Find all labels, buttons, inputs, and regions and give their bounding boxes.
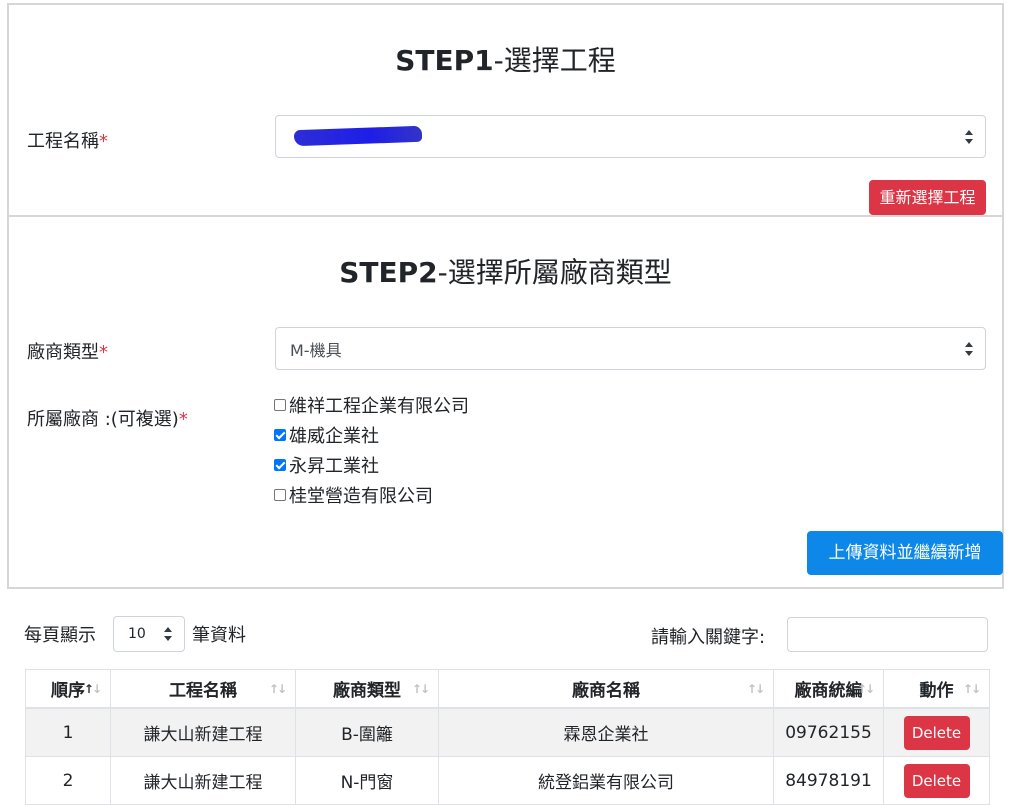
search-input[interactable] — [787, 617, 988, 652]
vendor-table: 順序 ↑↓ 工程名稱 ↑↓ 廠商類型 ↑↓ 廠商名稱 ↑↓ 廠商統編 ↑↓ 動作 ↑↓ 1 … — [25, 669, 990, 805]
column-header-vendor-type[interactable]: 廠商類型 ↑↓ — [295, 669, 439, 709]
column-header-index[interactable]: 順序 ↑↓ — [25, 669, 111, 709]
table-row: 1 謙大山新建工程 B-圍籬 霖恩企業社 09762155 Delete — [25, 707, 990, 757]
checkbox-checked[interactable] — [274, 429, 286, 441]
checkbox-unchecked[interactable] — [274, 489, 286, 501]
sort-icon: ↑↓ — [856, 681, 875, 696]
checkbox-unchecked[interactable] — [274, 399, 286, 411]
select-arrows-icon — [965, 341, 973, 356]
sort-asc-icon: ↑↓ — [83, 681, 102, 696]
table-row: 2 謙大山新建工程 N-門窗 統登鋁業有限公司 84978191 Delete — [25, 756, 990, 805]
vendor-option[interactable]: 雄威企業社 — [274, 425, 379, 449]
column-header-action[interactable]: 動作 ↑↓ — [883, 669, 990, 709]
vendor-option[interactable]: 桂堂營造有限公司 — [274, 485, 433, 509]
vendor-option[interactable]: 永昇工業社 — [274, 455, 379, 479]
upload-continue-button[interactable]: 上傳資料並繼續新增 — [807, 531, 1003, 575]
delete-button[interactable]: Delete — [903, 715, 970, 750]
column-header-tax-id[interactable]: 廠商統編 ↑↓ — [773, 669, 884, 709]
column-header-project[interactable]: 工程名稱 ↑↓ — [110, 669, 296, 709]
search-label: 請輸入關鍵字: — [651, 627, 766, 648]
page-length-prefix: 每頁顯示 — [24, 625, 96, 646]
page-length-select[interactable]: 10 — [113, 616, 185, 652]
column-header-vendor-name[interactable]: 廠商名稱 ↑↓ — [438, 669, 774, 709]
select-arrows-icon — [965, 129, 973, 144]
checkbox-checked[interactable] — [274, 459, 286, 471]
redacted-project-name — [293, 125, 423, 147]
page-length-suffix: 筆資料 — [192, 625, 246, 646]
vendor-type-value: M-機具 — [290, 340, 342, 360]
reset-project-button[interactable]: 重新選擇工程 — [869, 180, 986, 215]
vendors-label: 所屬廠商 :(可複選)* — [27, 409, 188, 430]
step1-title: STEP1-選擇工程 — [395, 44, 616, 77]
project-select[interactable] — [275, 115, 986, 158]
select-arrows-icon — [164, 627, 172, 641]
sort-icon: ↑↓ — [962, 681, 981, 696]
step2-title: STEP2-選擇所屬廠商類型 — [339, 256, 672, 289]
vendor-type-label: 廠商類型* — [27, 342, 108, 363]
delete-button[interactable]: Delete — [903, 763, 970, 798]
step1-card: STEP1-選擇工程 工程名稱* 重新選擇工程 — [7, 3, 1004, 217]
sort-icon: ↑↓ — [411, 681, 430, 696]
sort-icon: ↑↓ — [268, 681, 287, 696]
project-label: 工程名稱* — [27, 131, 108, 152]
vendor-type-select[interactable]: M-機具 — [275, 327, 986, 370]
vendor-option[interactable]: 維祥工程企業有限公司 — [274, 395, 469, 419]
sort-icon: ↑↓ — [746, 681, 765, 696]
